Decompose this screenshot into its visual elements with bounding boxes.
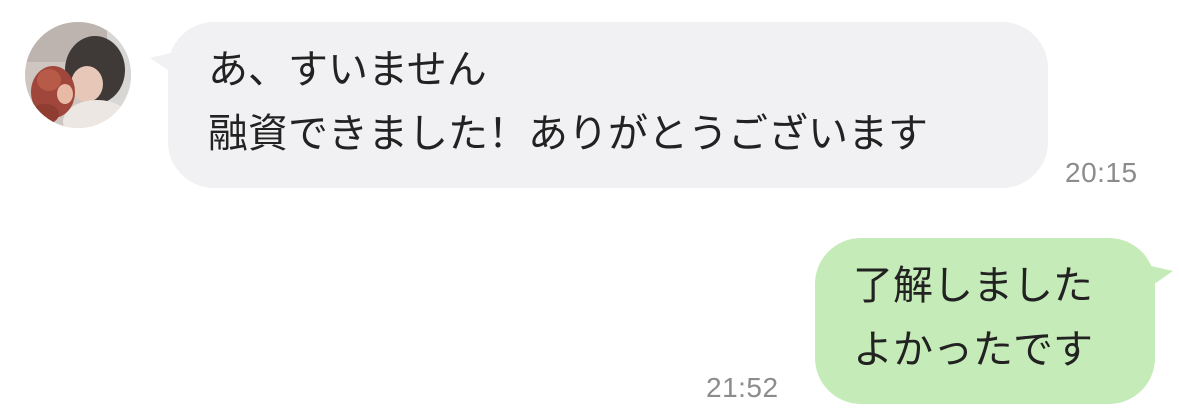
message-timestamp: 20:15: [1065, 157, 1138, 188]
message-line: あ、すいません: [208, 47, 487, 93]
message-line: よかったです: [853, 327, 1093, 373]
incoming-message-bubble[interactable]: あ、すいません 融資できました！ありがとうございます: [168, 22, 1048, 188]
message-line: 了解しました: [853, 263, 1093, 309]
avatar-photo-icon: [25, 22, 131, 128]
message-timestamp: 21:52: [706, 372, 779, 403]
outgoing-message-bubble[interactable]: 了解しました よかったです: [815, 238, 1155, 404]
sender-avatar[interactable]: [25, 22, 131, 128]
message-line: 融資できました！ありがとうございます: [208, 111, 928, 157]
